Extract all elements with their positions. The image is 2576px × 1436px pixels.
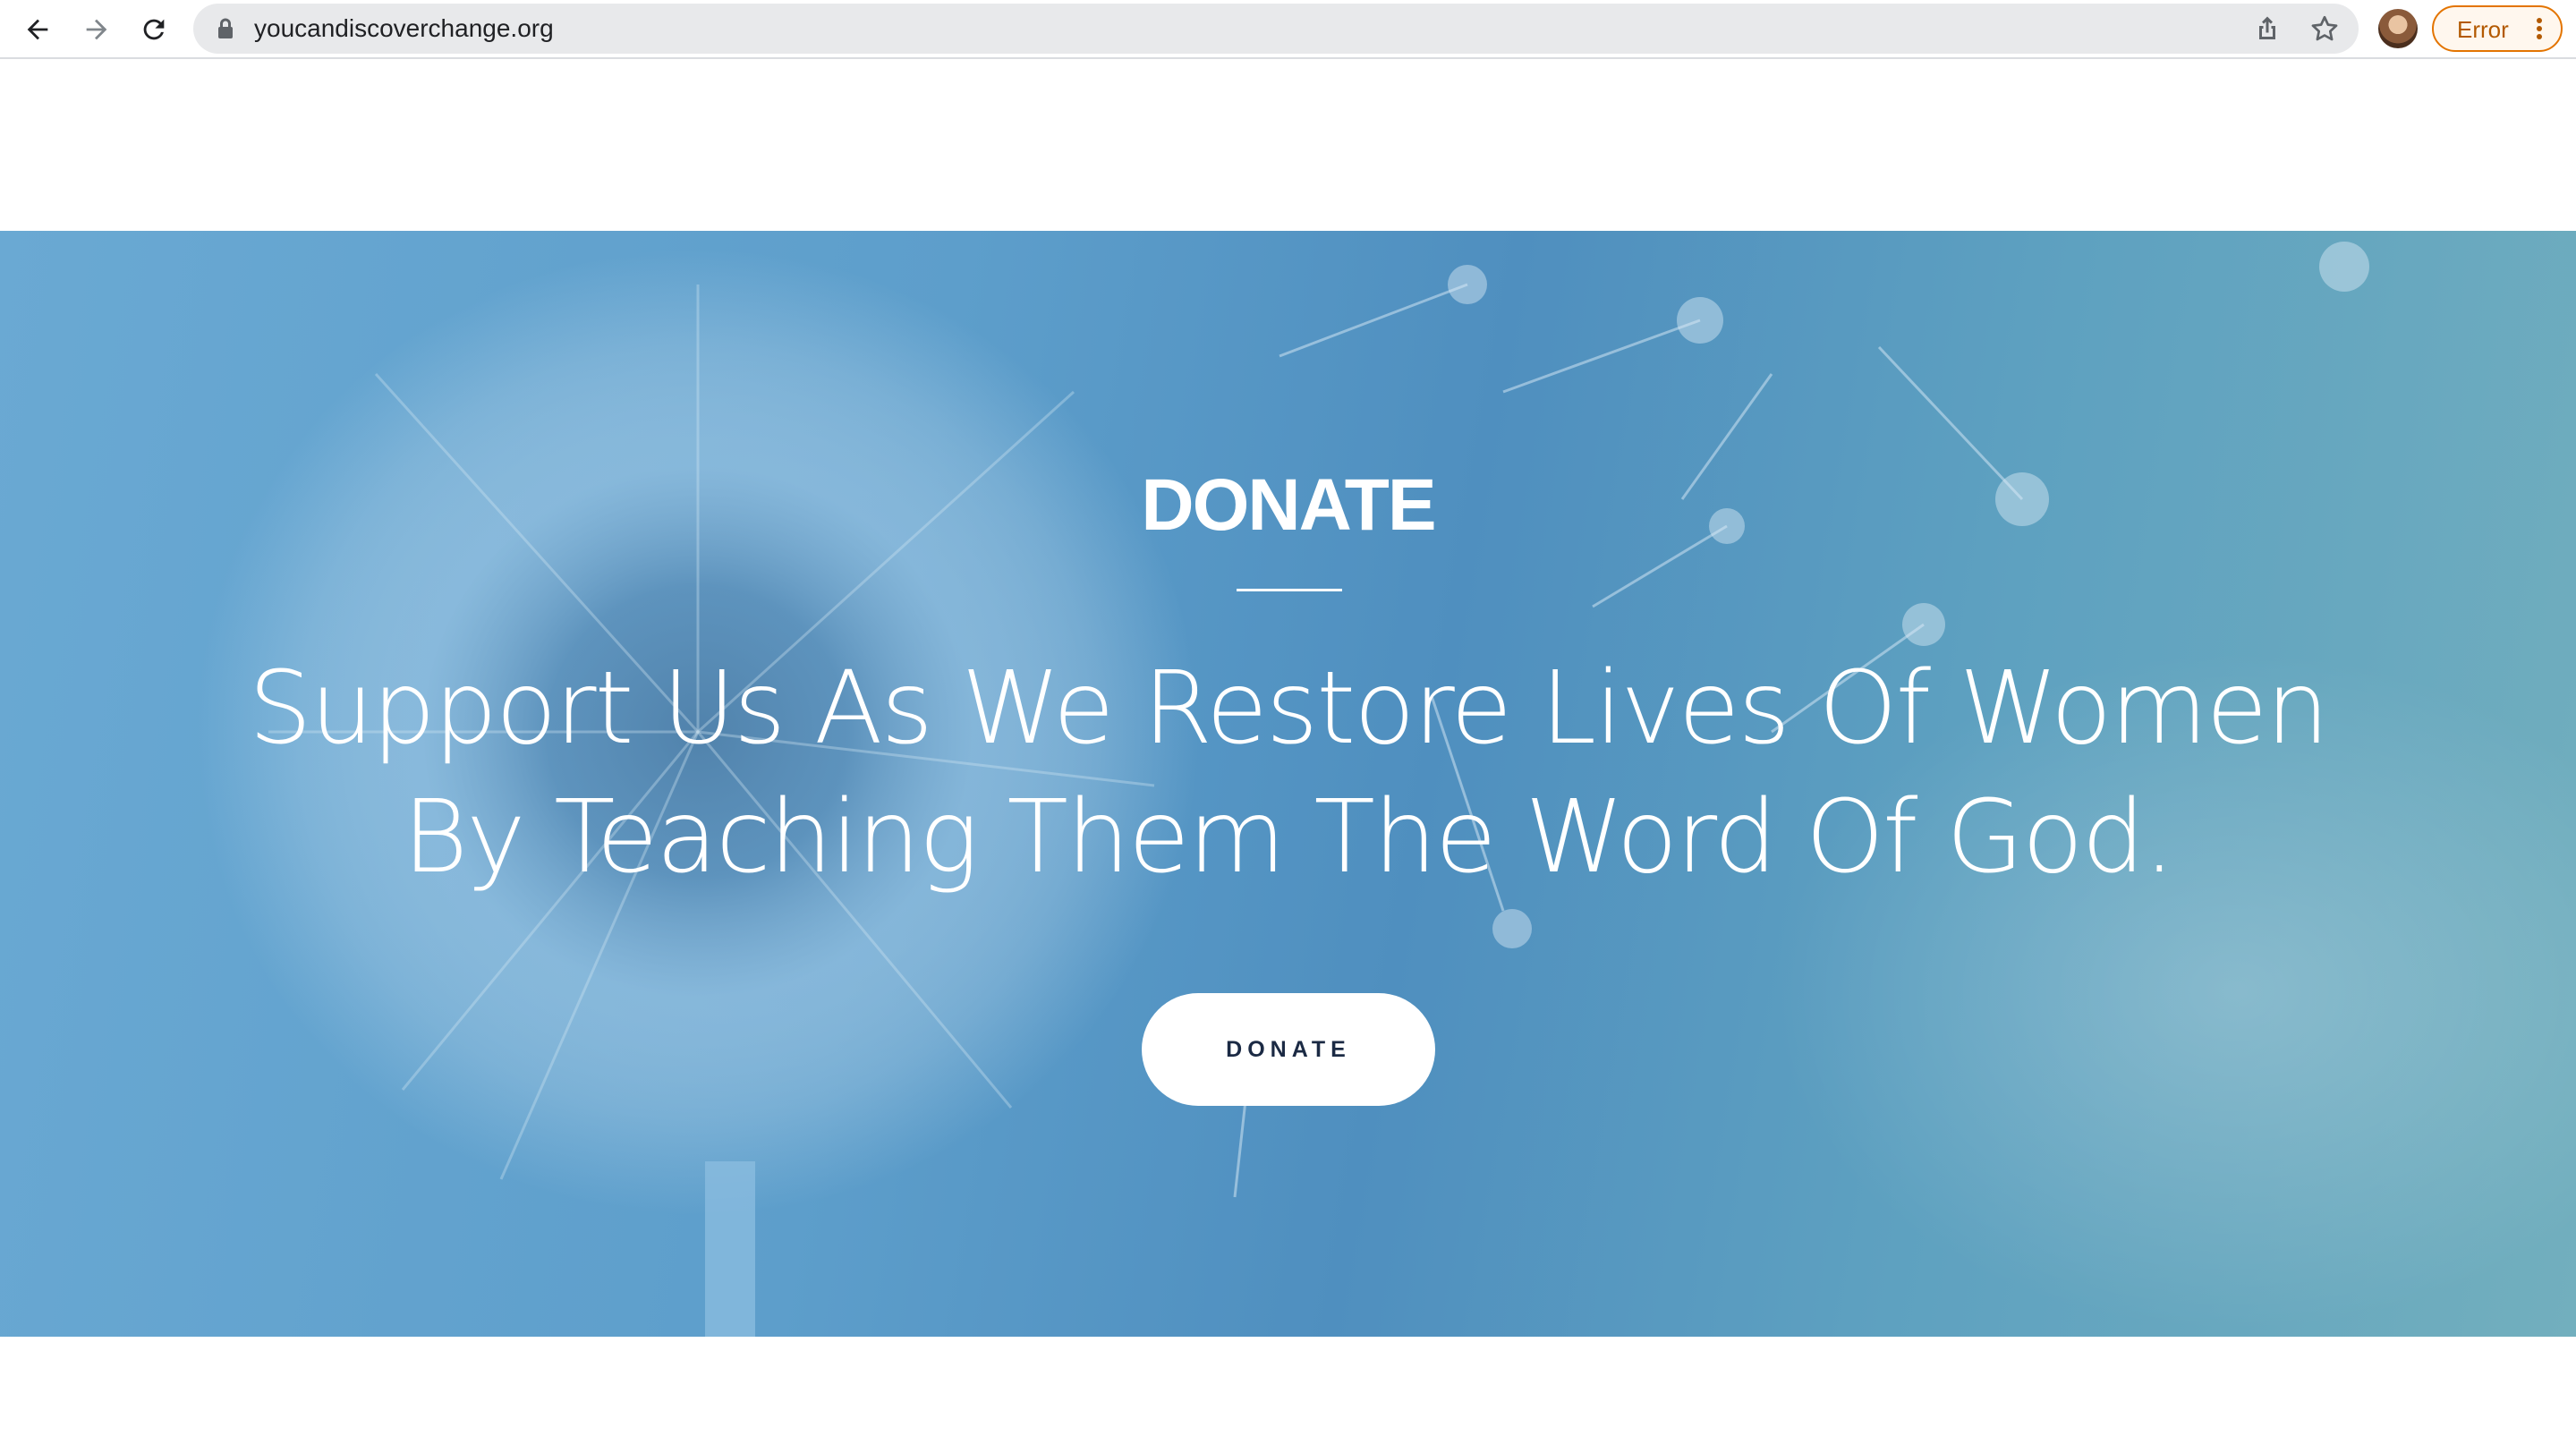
mission-statement: Support Us As We Restore Lives Of Women …: [248, 650, 2330, 896]
donate-heading: DONATE: [1141, 464, 1436, 546]
browser-toolbar: youcandiscoverchange.org Error: [0, 0, 2576, 59]
profile-avatar[interactable]: [2378, 9, 2418, 48]
lock-icon: [218, 18, 233, 38]
reload-button[interactable]: [132, 8, 175, 51]
reload-icon: [143, 19, 165, 40]
share-icon[interactable]: [2251, 13, 2283, 45]
more-vert-icon: [2536, 18, 2543, 41]
forward-arrow-icon: [86, 19, 107, 40]
back-arrow-icon: [27, 19, 48, 40]
star-icon[interactable]: [2308, 13, 2341, 45]
error-menu-button[interactable]: Error: [2432, 5, 2563, 52]
donate-hero: DONATE Support Us As We Restore Lives Of…: [0, 231, 2576, 1337]
heading-divider: [1237, 589, 1342, 591]
donate-button[interactable]: DONATE: [1142, 993, 1435, 1106]
error-label: Error: [2457, 16, 2509, 43]
address-bar[interactable]: youcandiscoverchange.org: [193, 4, 2359, 54]
forward-button[interactable]: [75, 8, 118, 51]
url-text: youcandiscoverchange.org: [254, 14, 554, 42]
back-button[interactable]: [16, 8, 59, 51]
